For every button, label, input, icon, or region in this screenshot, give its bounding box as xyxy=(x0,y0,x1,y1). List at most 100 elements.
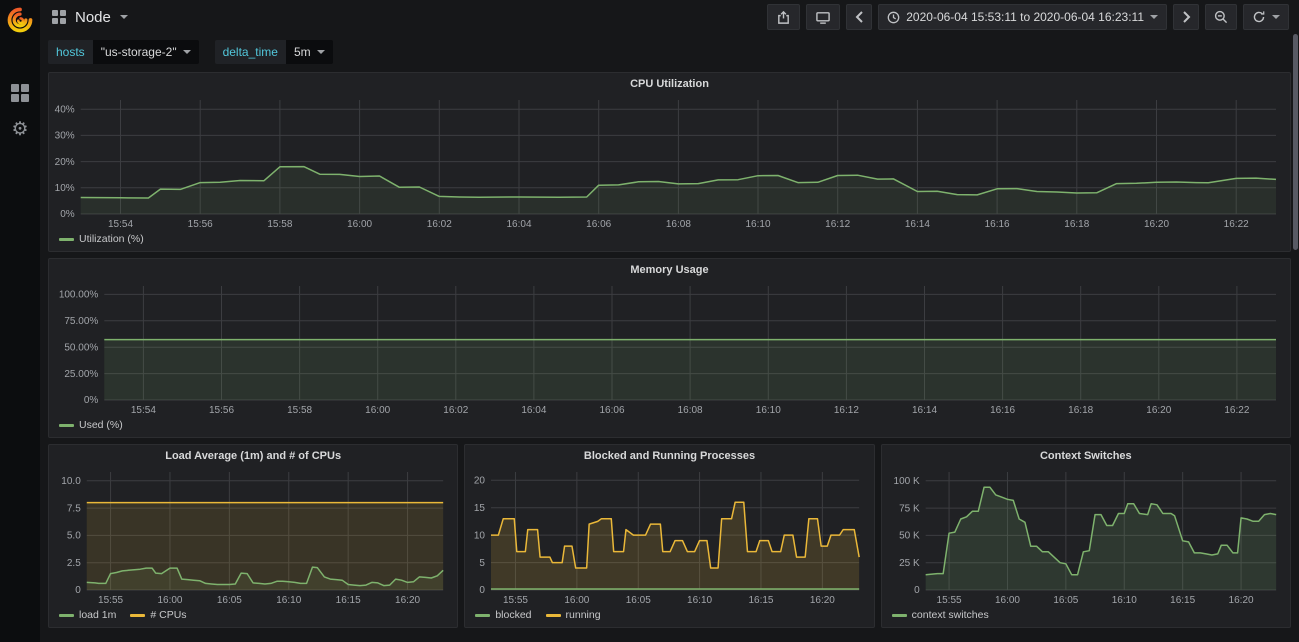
variable-value-dropdown[interactable]: "us-storage-2" xyxy=(93,40,199,64)
chevron-down-icon xyxy=(1150,15,1158,19)
panel-legend: blocked running xyxy=(465,607,873,627)
variable-hosts[interactable]: hosts "us-storage-2" xyxy=(48,40,199,64)
svg-text:40%: 40% xyxy=(55,104,75,115)
svg-text:0%: 0% xyxy=(84,395,99,406)
svg-text:16:20: 16:20 xyxy=(1144,219,1169,230)
svg-text:15:56: 15:56 xyxy=(188,219,213,230)
share-button[interactable] xyxy=(767,4,800,30)
panel-context-switches: Context Switches 025 K50 K75 K100 K15:55… xyxy=(881,444,1291,628)
svg-text:16:20: 16:20 xyxy=(810,595,835,606)
legend-label: running xyxy=(566,609,601,621)
legend-swatch xyxy=(59,238,74,241)
svg-text:16:16: 16:16 xyxy=(985,219,1010,230)
time-back-button[interactable] xyxy=(846,4,872,30)
tv-mode-button[interactable] xyxy=(806,4,840,30)
svg-text:16:10: 16:10 xyxy=(1111,595,1136,606)
dashboards-icon[interactable] xyxy=(11,84,29,102)
time-range-label: 2020-06-04 15:53:11 to 2020-06-04 16:23:… xyxy=(906,10,1144,24)
legend-item[interactable]: Used (%) xyxy=(59,419,123,431)
svg-text:16:04: 16:04 xyxy=(506,219,531,230)
panel-blocked-running: Blocked and Running Processes 0510152015… xyxy=(464,444,874,628)
panel-title[interactable]: CPU Utilization xyxy=(49,73,1290,94)
svg-text:15:56: 15:56 xyxy=(209,405,234,416)
panel-title[interactable]: Context Switches xyxy=(882,445,1290,466)
chevron-left-icon xyxy=(855,11,864,23)
svg-text:16:06: 16:06 xyxy=(599,405,624,416)
chevron-right-icon xyxy=(1182,11,1191,23)
svg-text:16:16: 16:16 xyxy=(990,405,1015,416)
svg-text:25.00%: 25.00% xyxy=(64,369,98,380)
svg-text:16:05: 16:05 xyxy=(1053,595,1078,606)
refresh-icon xyxy=(1252,10,1266,24)
svg-text:16:14: 16:14 xyxy=(905,219,930,230)
svg-text:16:05: 16:05 xyxy=(217,595,242,606)
svg-text:16:20: 16:20 xyxy=(1146,405,1171,416)
panel-load-average: Load Average (1m) and # of CPUs 02.55.07… xyxy=(48,444,458,628)
svg-text:16:20: 16:20 xyxy=(1228,595,1253,606)
chart-canvas-load[interactable]: 02.55.07.510.015:5516:0016:0516:1016:151… xyxy=(49,466,457,607)
panel-title[interactable]: Load Average (1m) and # of CPUs xyxy=(49,445,457,466)
dashboard-squares-icon xyxy=(52,10,66,24)
chevron-down-icon xyxy=(183,50,191,54)
svg-text:25 K: 25 K xyxy=(899,558,920,569)
svg-text:16:08: 16:08 xyxy=(678,405,703,416)
legend-label: Used (%) xyxy=(79,419,123,431)
variable-value-text: 5m xyxy=(294,45,311,59)
svg-text:16:00: 16:00 xyxy=(347,219,372,230)
scrollbar-track[interactable] xyxy=(1293,0,1298,642)
settings-gear-icon[interactable]: ⚙ xyxy=(11,120,28,139)
legend-item[interactable]: Utilization (%) xyxy=(59,233,144,245)
svg-text:16:10: 16:10 xyxy=(687,595,712,606)
svg-text:50.00%: 50.00% xyxy=(64,342,98,353)
chart-canvas-cpu[interactable]: 0%10%20%30%40%15:5415:5615:5816:0016:021… xyxy=(49,94,1290,231)
legend-swatch xyxy=(59,614,74,617)
legend-swatch xyxy=(59,424,74,427)
svg-text:16:12: 16:12 xyxy=(825,219,850,230)
panel-title[interactable]: Memory Usage xyxy=(49,259,1290,280)
chart-canvas-context[interactable]: 025 K50 K75 K100 K15:5516:0016:0516:1016… xyxy=(882,466,1290,607)
submenu-variables: hosts "us-storage-2" delta_time 5m xyxy=(40,34,1299,70)
chevron-down-icon[interactable] xyxy=(1272,15,1280,19)
legend-item[interactable]: load 1m xyxy=(59,609,116,621)
svg-text:75 K: 75 K xyxy=(899,503,920,514)
chart-canvas-processes[interactable]: 0510152015:5516:0016:0516:1016:1516:20 xyxy=(465,466,873,607)
refresh-button[interactable] xyxy=(1243,4,1289,30)
legend-item[interactable]: blocked xyxy=(475,609,531,621)
chart-canvas-memory[interactable]: 0%25.00%50.00%75.00%100.00%15:5415:5615:… xyxy=(49,280,1290,417)
panel-legend: load 1m # CPUs xyxy=(49,607,457,627)
variable-delta-time[interactable]: delta_time 5m xyxy=(215,40,333,64)
chevron-down-icon[interactable] xyxy=(120,15,128,19)
svg-text:16:00: 16:00 xyxy=(157,595,182,606)
zoom-out-button[interactable] xyxy=(1205,4,1237,30)
legend-label: # CPUs xyxy=(150,609,186,621)
panel-title[interactable]: Blocked and Running Processes xyxy=(465,445,873,466)
svg-text:16:15: 16:15 xyxy=(749,595,774,606)
legend-item[interactable]: context switches xyxy=(892,609,989,621)
dashboard-title[interactable]: Node xyxy=(75,9,111,26)
svg-text:30%: 30% xyxy=(55,131,75,142)
svg-text:15:58: 15:58 xyxy=(287,405,312,416)
svg-text:16:02: 16:02 xyxy=(427,219,452,230)
top-navbar: Node 2020-06-04 15:53:11 to 20 xyxy=(40,0,1299,34)
svg-text:75.00%: 75.00% xyxy=(64,316,98,327)
legend-label: blocked xyxy=(495,609,531,621)
variable-value-dropdown[interactable]: 5m xyxy=(286,40,333,64)
svg-text:16:12: 16:12 xyxy=(834,405,859,416)
svg-text:2.5: 2.5 xyxy=(67,558,81,569)
svg-text:16:06: 16:06 xyxy=(586,219,611,230)
legend-item[interactable]: running xyxy=(546,609,601,621)
svg-text:20: 20 xyxy=(474,475,486,486)
svg-text:10: 10 xyxy=(474,530,486,541)
legend-item[interactable]: # CPUs xyxy=(130,609,186,621)
svg-text:0: 0 xyxy=(75,585,81,596)
svg-text:10%: 10% xyxy=(55,183,75,194)
time-forward-button[interactable] xyxy=(1173,4,1199,30)
time-range-button[interactable]: 2020-06-04 15:53:11 to 2020-06-04 16:23:… xyxy=(878,4,1167,30)
grafana-logo[interactable] xyxy=(6,6,34,34)
svg-text:16:10: 16:10 xyxy=(745,219,770,230)
scrollbar-thumb[interactable] xyxy=(1293,34,1298,250)
svg-text:16:05: 16:05 xyxy=(626,595,651,606)
dashboard-grid: CPU Utilization 0%10%20%30%40%15:5415:56… xyxy=(40,70,1299,636)
svg-text:16:15: 16:15 xyxy=(1170,595,1195,606)
svg-text:15:54: 15:54 xyxy=(131,405,156,416)
